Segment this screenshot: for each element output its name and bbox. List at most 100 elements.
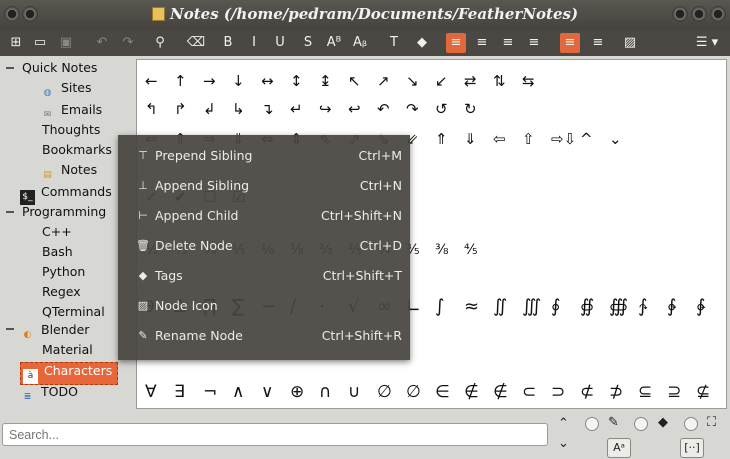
character: ⊕ xyxy=(290,382,305,402)
character: ∳ xyxy=(696,296,706,317)
character: ∰ xyxy=(609,296,629,317)
append-icon: ⊥ xyxy=(138,179,148,192)
globe-icon: ◍ xyxy=(43,88,52,98)
search-input[interactable] xyxy=(2,423,548,446)
character: ↨ xyxy=(319,72,332,90)
fullscreen-icon[interactable]: ⛶ xyxy=(707,415,716,430)
character: ↶ xyxy=(377,100,390,118)
pencil-icon: ✎ xyxy=(138,329,148,342)
menu-item-rename-node[interactable]: ✎ Rename Node Ctrl+Shift+R xyxy=(118,321,410,351)
pencil-icon[interactable]: ✎ xyxy=(608,415,619,430)
character: ⊂ xyxy=(522,382,537,402)
tree-item-python[interactable]: Python xyxy=(42,264,85,279)
character: ∟ xyxy=(406,296,422,317)
tree-item-label: Thoughts xyxy=(42,122,101,137)
underline-icon[interactable]: U xyxy=(270,33,290,53)
minimize-icon[interactable] xyxy=(672,6,688,22)
character: ∉ xyxy=(464,382,479,402)
tag-icon[interactable]: ◆ xyxy=(658,415,668,430)
search-tags-radio[interactable] xyxy=(684,417,698,431)
menu-item-prepend-sibling[interactable]: ⊤ Prepend Sibling Ctrl+M xyxy=(118,141,410,171)
collapse-toggle-icon[interactable] xyxy=(6,211,14,213)
window-menu-icon[interactable] xyxy=(4,6,20,22)
tree-item-quick-notes[interactable]: Quick Notes xyxy=(22,60,97,75)
tree-item-programming[interactable]: Programming xyxy=(22,204,106,219)
menu-item-node-icon[interactable]: ▨ Node Icon xyxy=(118,291,410,321)
rtl-icon[interactable]: ≡ xyxy=(588,33,608,53)
tree-item-sites[interactable]: ◍ Sites xyxy=(40,80,92,101)
character: ∯ xyxy=(580,296,595,317)
maximize-icon[interactable] xyxy=(691,6,707,22)
search-names-radio[interactable] xyxy=(634,417,648,431)
menu-icon[interactable]: ☰ ▾ xyxy=(692,33,722,53)
tree-item-todo[interactable]: ≣ TODO xyxy=(20,384,78,405)
tree-item-regex[interactable]: Regex xyxy=(42,284,81,299)
background-color-icon[interactable]: ◆ xyxy=(412,33,432,53)
subscript-icon[interactable]: Aᵦ xyxy=(350,33,370,53)
save-icon[interactable]: ▣ xyxy=(56,33,76,53)
character: ⊅ xyxy=(609,382,624,402)
character: ∪ xyxy=(348,382,361,402)
find-previous-icon[interactable]: ⌃ xyxy=(558,416,569,431)
menu-item-shortcut: Ctrl+Shift+N xyxy=(321,208,402,223)
character: ↴ xyxy=(261,100,274,118)
clear-format-icon[interactable]: ⌫ xyxy=(186,33,206,53)
tree-item-thoughts[interactable]: Thoughts xyxy=(42,122,100,137)
tree-item-bookmarks[interactable]: Bookmarks xyxy=(42,142,112,157)
superscript-icon[interactable]: Aᴮ xyxy=(324,33,344,53)
new-note-icon[interactable]: ⊞ xyxy=(6,33,26,53)
open-icon[interactable]: ▭ xyxy=(30,33,50,53)
menu-item-delete-node[interactable]: 🗑 Delete Node Ctrl+D xyxy=(118,231,410,261)
align-center-icon[interactable]: ≡ xyxy=(472,33,492,53)
search-all-radio[interactable] xyxy=(585,417,599,431)
align-left-icon[interactable]: ≡ xyxy=(446,33,466,53)
text-color-icon[interactable]: T xyxy=(384,33,404,53)
collapse-toggle-icon[interactable] xyxy=(6,328,14,330)
tree-item-c-[interactable]: C++ xyxy=(42,224,72,239)
menu-item-append-sibling[interactable]: ⊥ Append Sibling Ctrl+N xyxy=(118,171,410,201)
character: ∨ xyxy=(261,382,274,402)
sticky-icon[interactable] xyxy=(22,6,38,22)
character: ↕ xyxy=(290,72,303,90)
tree-item-commands[interactable]: $_ Commands xyxy=(20,184,112,205)
character: ⊇ xyxy=(667,382,682,402)
image-icon[interactable]: ▨ xyxy=(620,33,640,53)
tree-item-label: Characters xyxy=(44,363,113,378)
character: ⇙ xyxy=(406,130,419,148)
character: ↵ xyxy=(290,100,303,118)
character: ⇆ xyxy=(522,72,535,90)
undo-icon[interactable]: ↶ xyxy=(92,33,112,53)
tree-item-blender[interactable]: ◐ Blender xyxy=(20,322,90,343)
menu-item-shortcut: Ctrl+Shift+T xyxy=(322,268,402,283)
bold-icon[interactable]: B xyxy=(218,33,238,53)
tree-item-bash[interactable]: Bash xyxy=(42,244,73,259)
close-icon[interactable] xyxy=(710,6,726,22)
tree-item-characters[interactable]: à Characters xyxy=(20,362,119,385)
tree-item-notes[interactable]: ▤ Notes xyxy=(40,162,97,183)
tree-item-label: TODO xyxy=(41,384,78,399)
character: ⇓ xyxy=(464,130,477,148)
menu-item-append-child[interactable]: ⊢ Append Child Ctrl+Shift+N xyxy=(118,201,410,231)
ltr-icon[interactable]: ≡ xyxy=(560,33,580,53)
redo-icon[interactable]: ↷ xyxy=(118,33,138,53)
menu-item-tags[interactable]: ◆ Tags Ctrl+Shift+T xyxy=(118,261,410,291)
character: → xyxy=(203,72,216,90)
match-case-button[interactable]: Aᵃ xyxy=(607,438,631,458)
tree-item-qterminal[interactable]: QTerminal xyxy=(42,304,105,319)
find-icon[interactable]: ⚲ xyxy=(150,33,170,53)
justify-icon[interactable]: ≡ xyxy=(524,33,544,53)
collapse-toggle-icon[interactable] xyxy=(6,67,14,69)
tree-item-emails[interactable]: ✉ Emails xyxy=(40,102,102,123)
strikethrough-icon[interactable]: S xyxy=(298,33,318,53)
character: ⊆ xyxy=(638,382,653,402)
find-next-icon[interactable]: ⌄ xyxy=(558,436,569,451)
whole-word-button[interactable]: [··] xyxy=(680,438,704,458)
align-right-icon[interactable]: ≡ xyxy=(498,33,518,53)
italic-icon[interactable]: I xyxy=(244,33,264,53)
character: ⊃ xyxy=(551,382,566,402)
character: ≈ xyxy=(464,296,480,317)
tree-item-material[interactable]: Material xyxy=(42,342,93,357)
menu-item-label: Prepend Sibling xyxy=(155,148,253,163)
app-icon xyxy=(152,7,165,21)
tree-item-label: QTerminal xyxy=(42,304,105,319)
